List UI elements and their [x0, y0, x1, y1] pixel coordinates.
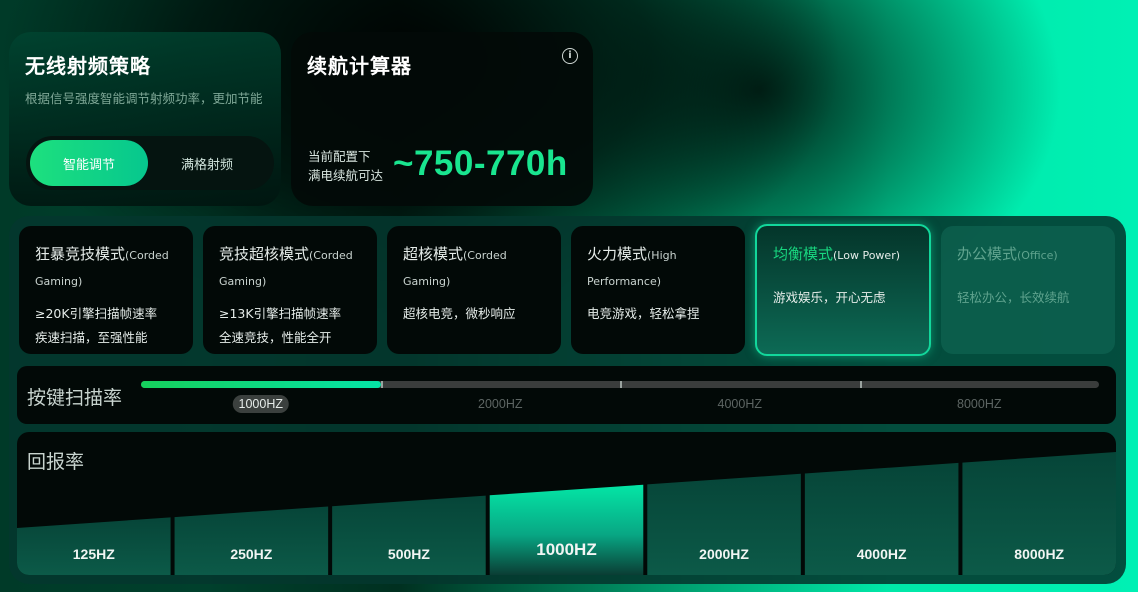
battery-life-value: ~750-770h — [393, 144, 568, 183]
mode-card-2[interactable]: 超核模式(Corded Gaming) 超核电竞，微秒响应 — [387, 226, 561, 354]
scan-rate-label: 按键扫描率 — [27, 387, 123, 409]
scan-rate-tick — [620, 381, 622, 388]
mode-title: 办公模式 — [957, 245, 1018, 263]
rf-option-full-button[interactable]: 满格射频 — [148, 140, 266, 186]
report-rate-option-3[interactable]: 1000HZ — [490, 540, 644, 560]
report-rate-option-0[interactable]: 125HZ — [17, 546, 171, 562]
mode-desc-line2: 全速竞技，性能全开 — [219, 330, 332, 345]
mode-name: 竞技超核模式(Corded Gaming) — [219, 242, 363, 294]
rf-strategy-toggle: 智能调节 满格射频 — [26, 136, 274, 190]
report-rate-option-5[interactable]: 4000HZ — [805, 546, 959, 562]
mode-desc-line1: ≥13K引擎扫描帧速率 — [219, 306, 342, 321]
report-rate-bar-2[interactable] — [332, 495, 486, 575]
battery-calculator-panel: 续航计算器 i 当前配置下 满电续航可达 ~750-770h — [291, 32, 593, 206]
mode-name: 均衡模式(Low Power) — [773, 242, 915, 268]
rf-strategy-title: 无线射频策略 — [25, 54, 151, 78]
report-rate-option-6[interactable]: 8000HZ — [962, 546, 1116, 562]
mode-card-5[interactable]: 办公模式(Office) 轻松办公，长效续航 — [941, 226, 1115, 354]
report-rate-option-4[interactable]: 2000HZ — [647, 546, 801, 562]
info-icon[interactable]: i — [562, 48, 578, 64]
mode-name: 火力模式(High Performance) — [587, 242, 731, 294]
report-rate-section: 回报率 125HZ 250HZ 500HZ 1000HZ 2000HZ 4000HZ 800… — [17, 432, 1116, 575]
scan-rate-slider[interactable] — [141, 381, 1099, 388]
scan-rate-option-3[interactable]: 8000HZ — [951, 395, 1007, 413]
mode-desc-line1: 电竞游戏，轻松拿捏 — [587, 306, 700, 321]
mode-description: ≥13K引擎扫描帧速率 全速竞技，性能全开 — [219, 302, 363, 350]
report-rate-option-2[interactable]: 500HZ — [332, 546, 486, 562]
mode-card-3[interactable]: 火力模式(High Performance) 电竞游戏，轻松拿捏 — [571, 226, 745, 354]
mode-description: 轻松办公，长效续航 — [957, 286, 1101, 310]
mode-list: 狂暴竞技模式(Corded Gaming) ≥20K引擎扫描帧速率 疾速扫描，至强性… — [19, 224, 1115, 356]
mode-name: 狂暴竞技模式(Corded Gaming) — [35, 242, 179, 294]
mode-subtitle: (Office) — [1017, 249, 1058, 262]
scan-rate-fill — [141, 381, 381, 388]
scan-rate-tick — [859, 381, 862, 388]
mode-desc-line2: 疾速扫描，至强性能 — [35, 330, 148, 345]
settings-container: 狂暴竞技模式(Corded Gaming) ≥20K引擎扫描帧速率 疾速扫描，至强性… — [9, 216, 1126, 584]
report-rate-bar-3[interactable] — [489, 484, 644, 575]
mode-title: 超核模式 — [403, 245, 464, 263]
mode-desc-line1: 超核电竞，微秒响应 — [403, 306, 516, 321]
rf-option-smart-button[interactable]: 智能调节 — [30, 140, 148, 186]
mode-title: 狂暴竞技模式 — [35, 245, 126, 263]
battery-caption: 当前配置下 满电续航可达 — [308, 147, 383, 185]
rf-strategy-panel: 无线射频策略 根据信号强度智能调节射频功率，更加节能 智能调节 满格射频 — [9, 32, 281, 206]
mode-description: 游戏娱乐，开心无虑 — [773, 286, 915, 310]
scan-rate-section: 按键扫描率 1000HZ 2000HZ 4000HZ 8000HZ — [17, 366, 1116, 424]
report-rate-bar-1[interactable] — [174, 506, 329, 575]
mode-name: 办公模式(Office) — [957, 242, 1101, 268]
mode-description: ≥20K引擎扫描帧速率 疾速扫描，至强性能 — [35, 302, 179, 350]
battery-caption-line1: 当前配置下 — [308, 149, 371, 164]
mode-desc-line1: 游戏娱乐，开心无虑 — [773, 290, 886, 305]
mode-card-0[interactable]: 狂暴竞技模式(Corded Gaming) ≥20K引擎扫描帧速率 疾速扫描，至强性… — [19, 226, 193, 354]
mode-title: 竞技超核模式 — [219, 245, 310, 263]
mode-description: 超核电竞，微秒响应 — [403, 302, 547, 326]
mode-card-1[interactable]: 竞技超核模式(Corded Gaming) ≥13K引擎扫描帧速率 全速竞技，性能全… — [203, 226, 377, 354]
mode-subtitle: (Low Power) — [833, 249, 901, 262]
mode-name: 超核模式(Corded Gaming) — [403, 242, 547, 294]
battery-caption-line2: 满电续航可达 — [308, 168, 384, 183]
scan-rate-option-0[interactable]: 1000HZ — [232, 395, 289, 413]
mode-desc-line1: 轻松办公，长效续航 — [957, 290, 1070, 305]
mode-title: 均衡模式 — [773, 245, 834, 263]
mode-description: 电竞游戏，轻松拿捏 — [587, 302, 731, 326]
scan-rate-tick — [380, 381, 383, 388]
rf-strategy-description: 根据信号强度智能调节射频功率，更加节能 — [25, 91, 263, 106]
scan-rate-option-1[interactable]: 2000HZ — [472, 395, 528, 413]
report-rate-option-1[interactable]: 250HZ — [175, 546, 329, 562]
scan-rate-option-2[interactable]: 4000HZ — [712, 395, 768, 413]
mode-desc-line1: ≥20K引擎扫描帧速率 — [35, 306, 158, 321]
mode-title: 火力模式 — [587, 245, 648, 263]
battery-calculator-title: 续航计算器 — [307, 54, 412, 78]
mode-card-4[interactable]: 均衡模式(Low Power) 游戏娱乐，开心无虑 — [755, 224, 931, 356]
